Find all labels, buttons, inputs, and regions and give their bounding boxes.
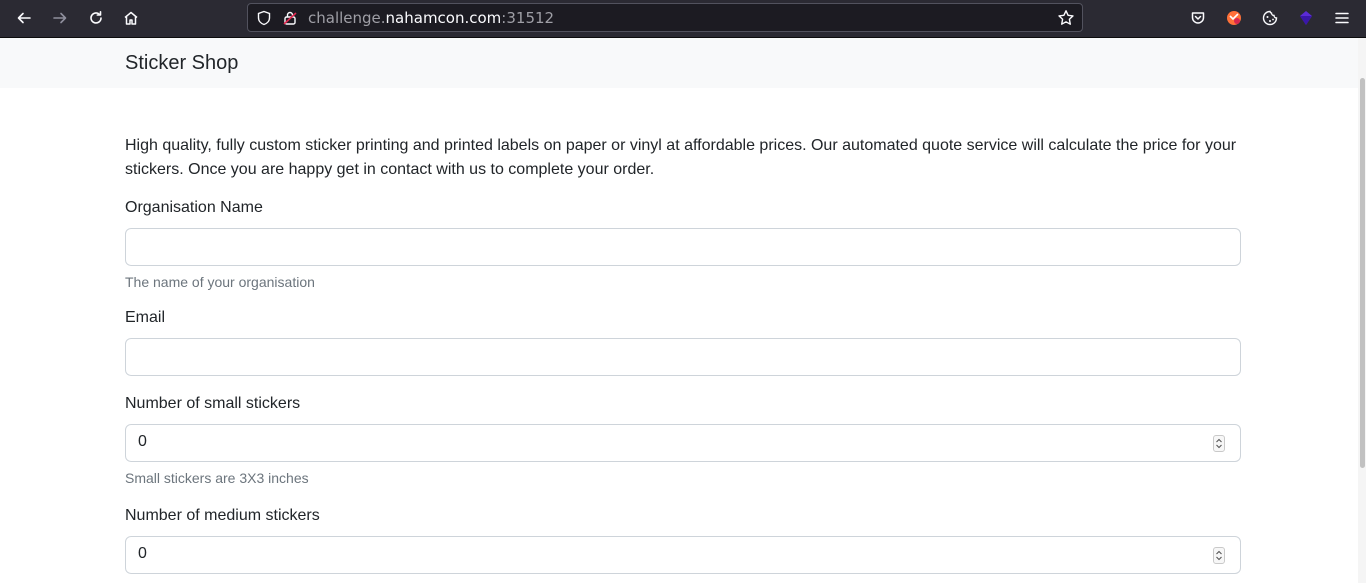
medium-stickers-value: 0 [138,545,147,562]
reload-button[interactable] [84,6,108,30]
extension-fox-button[interactable] [1222,6,1246,30]
intro-text: High quality, fully custom sticker print… [125,137,1237,178]
quote-form: High quality, fully custom sticker print… [125,134,1241,574]
scrollbar-thumb[interactable] [1360,78,1365,468]
forward-button[interactable] [48,6,72,30]
pocket-icon [1191,12,1205,24]
app-menu-button[interactable] [1330,6,1354,30]
browser-toolbar: challenge.nahamcon.com:31512 [0,0,1366,38]
extension-cookie-button[interactable] [1258,6,1282,30]
organisation-name-label: Organisation Name [125,199,263,216]
small-stickers-spinner[interactable] [1213,435,1225,452]
address-bar[interactable]: challenge.nahamcon.com:31512 [247,3,1083,32]
hamburger-menu-icon [1335,12,1349,24]
bookmark-star-icon[interactable] [1057,9,1075,27]
small-stickers-help: Small stickers are 3X3 inches [125,470,309,486]
back-arrow-icon [17,12,31,24]
email-input[interactable] [125,338,1241,376]
pocket-button[interactable] [1186,6,1210,30]
small-stickers-value: 0 [138,433,147,450]
url-text: challenge.nahamcon.com:31512 [308,9,555,27]
cookie-icon [1262,10,1278,26]
medium-stickers-label: Number of medium stickers [125,507,320,524]
medium-stickers-input[interactable]: 0 [125,536,1241,574]
fox-extension-icon [1227,11,1241,25]
organisation-name-help: The name of your organisation [125,274,315,290]
forward-arrow-icon [53,12,67,24]
spinner-arrows-icon [1216,550,1222,561]
spinner-arrows-icon [1216,438,1222,449]
home-button[interactable] [119,6,143,30]
home-icon [124,11,138,25]
email-label: Email [125,309,166,326]
organisation-name-input[interactable] [125,228,1241,266]
small-stickers-input[interactable]: 0 [125,424,1241,462]
purple-gem-extension-icon [1300,11,1312,25]
lock-insecure-icon [283,11,297,25]
page-scrollbar[interactable] [1358,38,1366,583]
brand-title[interactable]: Sticker Shop [125,52,238,75]
extension-purple-button[interactable] [1294,6,1318,30]
shield-icon [257,10,271,26]
small-stickers-label: Number of small stickers [125,395,301,412]
back-button[interactable] [12,6,36,30]
medium-stickers-spinner[interactable] [1213,547,1225,564]
navbar: Sticker Shop [0,38,1358,88]
reload-icon [90,11,102,24]
